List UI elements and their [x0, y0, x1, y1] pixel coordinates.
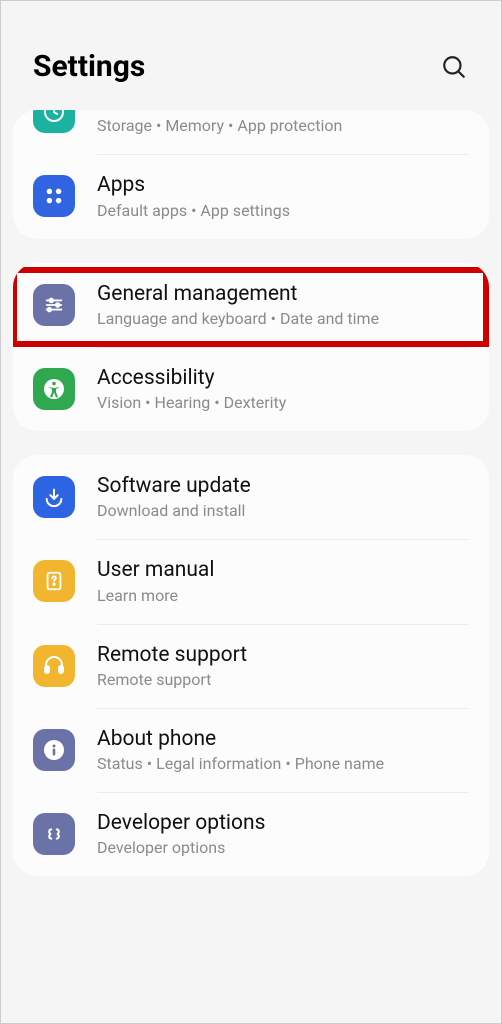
settings-item-apps[interactable]: Apps Default apps • App settings: [13, 154, 489, 238]
user-manual-icon: [33, 560, 75, 602]
settings-item-about-phone[interactable]: About phone Status • Legal information •…: [13, 708, 489, 792]
settings-item-text: Remote support Remote support: [97, 642, 469, 690]
search-icon: [441, 54, 467, 80]
settings-item-title: General management: [97, 281, 469, 307]
settings-item-subtitle: Remote support: [97, 670, 469, 690]
settings-item-text: Device care Storage • Memory • App prote…: [97, 110, 469, 136]
settings-item-general-management[interactable]: General management Language and keyboard…: [13, 263, 489, 347]
software-update-icon: [33, 476, 75, 518]
search-button[interactable]: [439, 52, 469, 82]
settings-item-accessibility[interactable]: Accessibility Vision • Hearing • Dexteri…: [13, 347, 489, 431]
settings-item-subtitle: Learn more: [97, 586, 469, 606]
settings-item-text: Apps Default apps • App settings: [97, 172, 469, 220]
settings-item-subtitle: Status • Legal information • Phone name: [97, 754, 469, 774]
settings-item-remote-support[interactable]: Remote support Remote support: [13, 624, 489, 708]
settings-item-title: About phone: [97, 726, 469, 752]
settings-group-2: General management Language and keyboard…: [13, 263, 489, 432]
page-title: Settings: [33, 49, 145, 84]
settings-item-user-manual[interactable]: User manual Learn more: [13, 539, 489, 623]
header: Settings: [1, 1, 501, 110]
settings-item-text: About phone Status • Legal information •…: [97, 726, 469, 774]
settings-group-3: Software update Download and install Use…: [13, 455, 489, 876]
sliders-icon: [33, 284, 75, 326]
settings-item-device-care[interactable]: Device care Storage • Memory • App prote…: [13, 110, 489, 154]
settings-item-developer-options[interactable]: Developer options Developer options: [13, 792, 489, 876]
settings-item-title: Developer options: [97, 810, 469, 836]
settings-item-subtitle: Developer options: [97, 838, 469, 858]
settings-item-subtitle: Download and install: [97, 501, 469, 521]
settings-item-subtitle: Storage • Memory • App protection: [97, 116, 469, 136]
apps-icon: [33, 175, 75, 217]
settings-item-text: Software update Download and install: [97, 473, 469, 521]
settings-item-text: General management Language and keyboard…: [97, 281, 469, 329]
settings-item-subtitle: Default apps • App settings: [97, 201, 469, 221]
settings-item-title: Software update: [97, 473, 469, 499]
info-icon: [33, 729, 75, 771]
remote-support-icon: [33, 645, 75, 687]
settings-item-text: Accessibility Vision • Hearing • Dexteri…: [97, 365, 469, 413]
settings-item-subtitle: Vision • Hearing • Dexterity: [97, 393, 469, 413]
settings-item-subtitle: Language and keyboard • Date and time: [97, 309, 469, 329]
developer-icon: [33, 813, 75, 855]
settings-item-text: User manual Learn more: [97, 557, 469, 605]
settings-item-text: Developer options Developer options: [97, 810, 469, 858]
settings-item-software-update[interactable]: Software update Download and install: [13, 455, 489, 539]
settings-item-title: Device care: [97, 110, 469, 114]
settings-item-title: Apps: [97, 172, 469, 198]
accessibility-icon: [33, 368, 75, 410]
device-care-icon: [33, 110, 75, 133]
settings-group-1: Device care Storage • Memory • App prote…: [13, 110, 489, 239]
settings-item-title: Remote support: [97, 642, 469, 668]
settings-item-title: User manual: [97, 557, 469, 583]
settings-item-title: Accessibility: [97, 365, 469, 391]
